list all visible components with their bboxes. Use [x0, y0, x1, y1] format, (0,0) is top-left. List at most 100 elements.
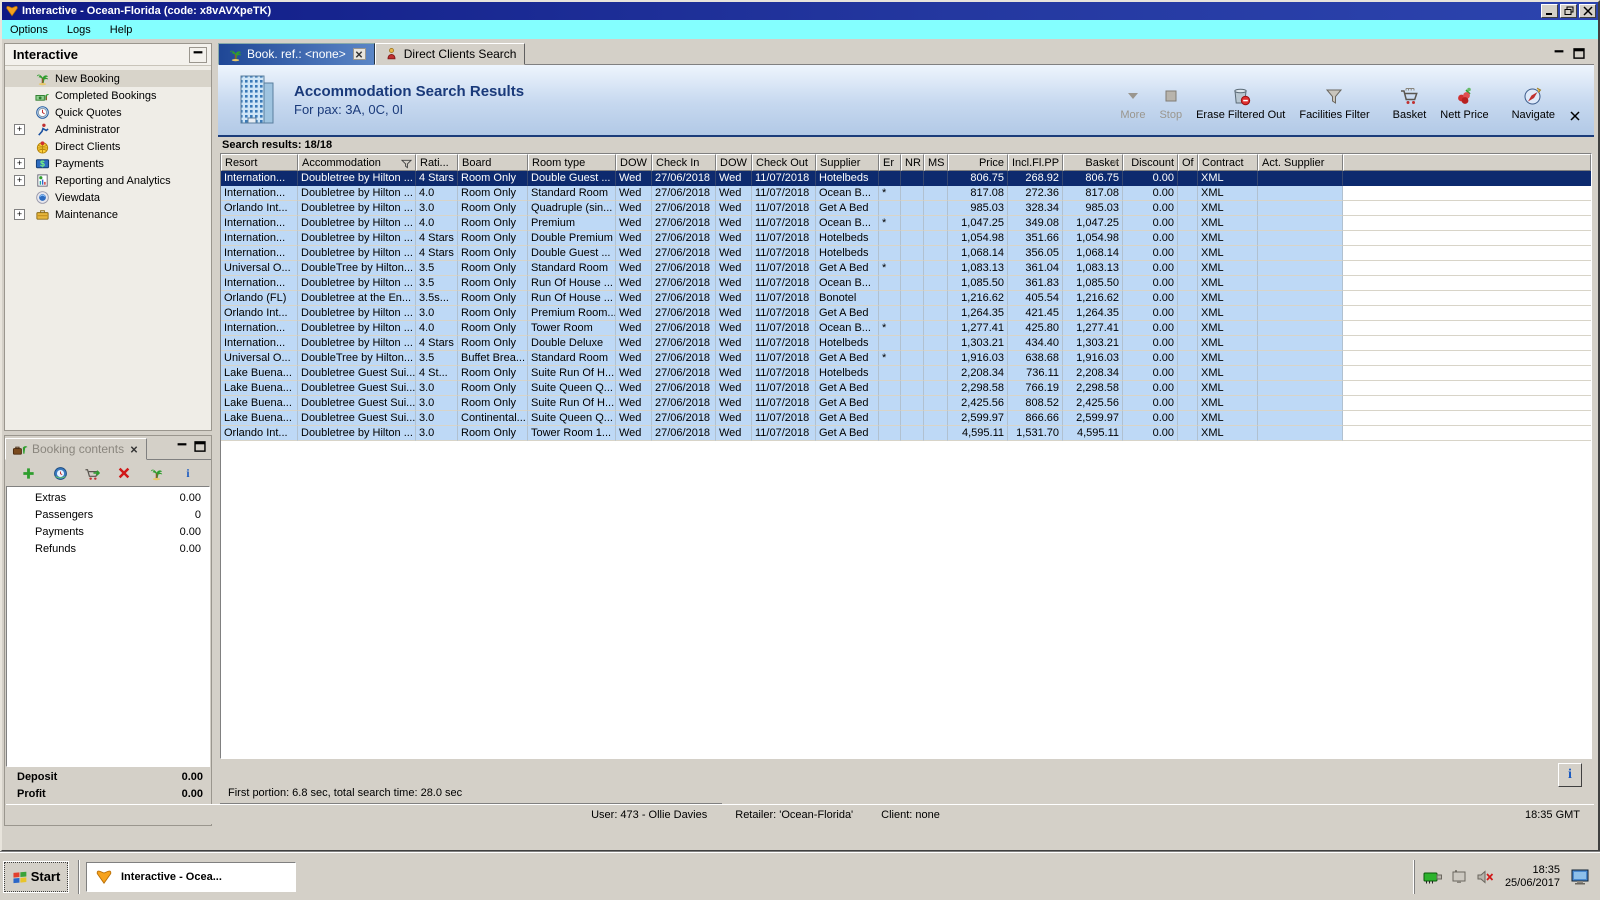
booking-row-extras: Extras0.00: [7, 489, 209, 506]
table-row[interactable]: Lake Buena...Doubletree Guest Sui...3.0R…: [221, 396, 1591, 411]
navigation-panel-header: Interactive: [5, 44, 211, 66]
column-header-nr[interactable]: NR: [901, 154, 924, 171]
menu-logs[interactable]: Logs: [65, 22, 100, 38]
column-header-board[interactable]: Board: [458, 154, 528, 171]
sidebar-item-viewdata[interactable]: Viewdata: [5, 189, 211, 206]
minimize-button[interactable]: [1541, 4, 1558, 18]
sidebar-item-administrator[interactable]: +Administrator: [5, 121, 211, 138]
panel-minimize-icon[interactable]: [1552, 48, 1566, 59]
table-row[interactable]: Orlando Int...Doubletree by Hilton ...3.…: [221, 201, 1591, 216]
column-header-accommodation[interactable]: Accommodation: [298, 154, 416, 171]
delete-icon[interactable]: [115, 465, 133, 481]
cell-basket: 1,264.35: [1063, 306, 1123, 321]
menu-options[interactable]: Options: [8, 22, 57, 38]
basket-button[interactable]: Basket: [1386, 77, 1434, 123]
facilities-filter-button[interactable]: Facilities Filter: [1292, 77, 1376, 123]
new-booking-palm-icon[interactable]: [147, 465, 165, 481]
quick-quote-icon[interactable]: [51, 465, 69, 481]
column-header-er[interactable]: Er: [879, 154, 901, 171]
table-row[interactable]: Internation...Doubletree by Hilton ...4.…: [221, 186, 1591, 201]
sidebar-item-new-booking[interactable]: New Booking: [5, 70, 211, 87]
sidebar-item-payments[interactable]: +$Payments: [5, 155, 211, 172]
close-button[interactable]: [1562, 77, 1588, 123]
cell-dow: Wed: [616, 171, 652, 186]
tab-direct-clients-search[interactable]: Direct Clients Search: [375, 43, 526, 65]
panel-maximize-icon[interactable]: [1572, 48, 1586, 59]
table-row[interactable]: Internation...Doubletree by Hilton ...4 …: [221, 246, 1591, 261]
table-row[interactable]: Internation...Doubletree by Hilton ...4.…: [221, 321, 1591, 336]
start-button[interactable]: Start: [4, 862, 68, 892]
close-button[interactable]: [1579, 4, 1596, 18]
column-header-act-supplier[interactable]: Act. Supplier: [1258, 154, 1343, 171]
column-header-basket[interactable]: Basket: [1063, 154, 1123, 171]
table-row[interactable]: Lake Buena...Doubletree Guest Sui...3.0R…: [221, 381, 1591, 396]
info-icon[interactable]: i: [179, 465, 197, 481]
column-header-check-in[interactable]: Check In: [652, 154, 716, 171]
panel-maximize-icon[interactable]: [193, 441, 207, 452]
column-header-of[interactable]: Of: [1178, 154, 1198, 171]
tab-close-icon[interactable]: [128, 444, 140, 455]
navigate-button[interactable]: Navigate: [1505, 77, 1562, 123]
column-header-dow[interactable]: DOW: [616, 154, 652, 171]
table-row[interactable]: Lake Buena...Doubletree Guest Sui...3.0C…: [221, 411, 1591, 426]
show-desktop-icon[interactable]: [1570, 868, 1590, 886]
column-header-resort[interactable]: Resort: [221, 154, 298, 171]
column-header-rati[interactable]: Rati...: [416, 154, 458, 171]
sort-indicator-icon[interactable]: [1111, 158, 1119, 166]
restore-button[interactable]: [1560, 4, 1577, 18]
column-header-ms[interactable]: MS: [924, 154, 948, 171]
table-row[interactable]: Lake Buena...Doubletree Guest Sui...4 St…: [221, 366, 1591, 381]
table-row[interactable]: Universal O...DoubleTree by Hilton...3.5…: [221, 351, 1591, 366]
column-header-check-out[interactable]: Check Out: [752, 154, 816, 171]
expand-icon[interactable]: +: [14, 175, 25, 186]
column-header-supplier[interactable]: Supplier: [816, 154, 879, 171]
table-row[interactable]: Orlando Int...Doubletree by Hilton ...3.…: [221, 426, 1591, 441]
info-button[interactable]: i: [1558, 763, 1582, 787]
column-header-discount[interactable]: Discount: [1123, 154, 1178, 171]
network-icon[interactable]: [1423, 868, 1443, 886]
table-row[interactable]: Internation...Doubletree by Hilton ...3.…: [221, 276, 1591, 291]
table-row[interactable]: Orlando (FL)Doubletree at the En...3.5s.…: [221, 291, 1591, 306]
sidebar-item-quick-quotes[interactable]: Quick Quotes: [5, 104, 211, 121]
booking-contents-tab[interactable]: Booking contents: [5, 438, 147, 460]
cell-ms: [924, 411, 948, 426]
sidebar-item-maintenance[interactable]: +Maintenance: [5, 206, 211, 223]
table-row[interactable]: Internation...Doubletree by Hilton ...4 …: [221, 231, 1591, 246]
table-row[interactable]: Internation...Doubletree by Hilton ...4 …: [221, 336, 1591, 351]
table-row[interactable]: Orlando Int...Doubletree by Hilton ...3.…: [221, 306, 1591, 321]
cell-dow: Wed: [616, 336, 652, 351]
menu-help[interactable]: Help: [108, 22, 142, 38]
sidebar-item-completed-bookings[interactable]: Completed Bookings: [5, 87, 211, 104]
booking-row-value: 0.00: [180, 543, 201, 555]
collapse-panel-button[interactable]: [189, 47, 207, 63]
tab-close-icon[interactable]: [353, 48, 366, 60]
nett-price-button[interactable]: Nett Price: [1433, 77, 1495, 123]
expand-icon[interactable]: +: [14, 209, 25, 220]
table-row[interactable]: Universal O...DoubleTree by Hilton...3.5…: [221, 261, 1591, 276]
cell-check-out: 11/07/2018: [752, 201, 816, 216]
table-row[interactable]: Internation...Doubletree by Hilton ...4.…: [221, 216, 1591, 231]
panel-minimize-icon[interactable]: [175, 441, 189, 452]
column-header-dow[interactable]: DOW: [716, 154, 752, 171]
erase-filtered-out-button[interactable]: Erase Filtered Out: [1189, 77, 1292, 123]
filter-funnel-icon[interactable]: [401, 158, 412, 169]
sidebar-item-direct-clients[interactable]: Direct Clients: [5, 138, 211, 155]
expand-icon[interactable]: +: [14, 158, 25, 169]
column-header-incl-fl-pp[interactable]: Incl.Fl.PP: [1008, 154, 1063, 171]
to-basket-icon[interactable]: [83, 465, 101, 481]
expand-icon[interactable]: +: [14, 124, 25, 135]
table-row[interactable]: Internation...Doubletree by Hilton ...4 …: [221, 171, 1591, 186]
cell-supplier: Get A Bed: [816, 351, 879, 366]
sidebar-item-reporting-and-analytics[interactable]: +Reporting and Analytics: [5, 172, 211, 189]
cell-act-supplier: [1258, 261, 1343, 276]
cell-nr: [901, 201, 924, 216]
column-header-room-type[interactable]: Room type: [528, 154, 616, 171]
column-header-price[interactable]: Price: [948, 154, 1008, 171]
cell-incl-fl-pp: 766.19: [1008, 381, 1063, 396]
speaker-muted-icon[interactable]: [1475, 868, 1495, 886]
tab-book-ref-none[interactable]: Book. ref.: <none>: [218, 43, 375, 65]
taskbar-task-button[interactable]: Interactive - Ocea...: [86, 862, 296, 892]
column-header-contract[interactable]: Contract: [1198, 154, 1258, 171]
add-icon[interactable]: [19, 465, 37, 481]
device-icon[interactable]: [1449, 868, 1469, 886]
